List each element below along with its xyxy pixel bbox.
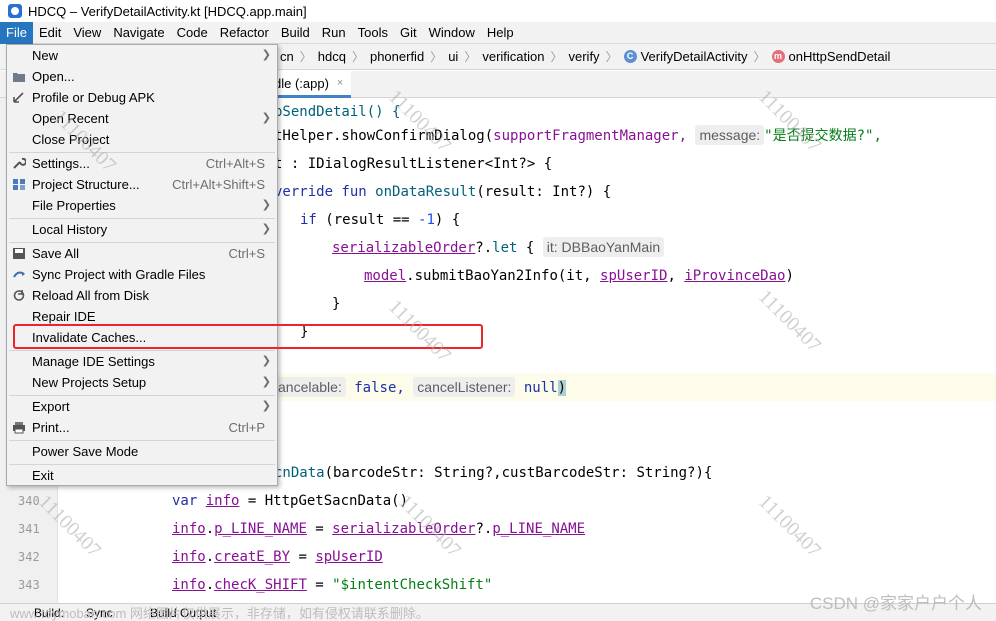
android-studio-icon: [8, 4, 22, 18]
menu-help[interactable]: Help: [481, 22, 520, 44]
code-line: ancelable: false, cancelListener: null): [274, 374, 567, 402]
breadcrumb-ui[interactable]: ui: [448, 49, 458, 64]
code-line: var info = HttpGetSacnData(): [172, 493, 409, 509]
menu-code[interactable]: Code: [171, 22, 214, 44]
code-line: verride fun onDataResult(result: Int?) {: [274, 184, 612, 200]
parameter-hint: ancelable:: [274, 377, 346, 397]
reload-icon: [13, 290, 25, 301]
menu-tools[interactable]: Tools: [352, 22, 394, 44]
window-title: HDCQ – VerifyDetailActivity.kt [HDCQ.app…: [28, 3, 307, 19]
menu-edit[interactable]: Edit: [33, 22, 67, 44]
chevron-right-icon: ❯: [261, 400, 271, 412]
breadcrumb-phonerfid[interactable]: phonerfid: [370, 49, 424, 64]
gradle-sync-icon: [13, 271, 25, 278]
line-number: 343: [18, 578, 40, 592]
code-line: t : IDialogResultListener<Int?> {: [274, 156, 553, 172]
chevron-right-icon: 〉: [430, 50, 443, 64]
printer-icon: [13, 422, 25, 434]
code-line: model.submitBaoYan2Info(it, spUserID, iP…: [364, 268, 794, 284]
annotation-highlight-box: [13, 324, 483, 349]
breadcrumb-class[interactable]: C VerifyDetailActivity: [623, 49, 748, 64]
menu-window[interactable]: Window: [423, 22, 481, 44]
menu-item-print[interactable]: Print... Ctrl+P: [7, 417, 277, 438]
close-icon[interactable]: ×: [337, 77, 343, 89]
footer-watermark: www.toymoban.com 网络图片仅供展示，非存储，如有侵权请联系删除。: [10, 606, 429, 621]
menu-item-profile-debug-apk[interactable]: Profile or Debug APK: [7, 87, 277, 108]
menu-item-open[interactable]: Open...: [7, 66, 277, 87]
code-line: info.p_LINE_NAME = serializableOrder?.p_…: [172, 521, 586, 537]
menu-item-local-history[interactable]: Local History ❯: [7, 219, 277, 240]
breadcrumb-verification[interactable]: verification: [482, 49, 544, 64]
chevron-right-icon: 〉: [753, 50, 766, 64]
code-line: tHelper.showConfirmDialog(supportFragmen…: [274, 125, 882, 145]
apk-debug-icon: [13, 92, 24, 103]
menu-item-sync-gradle[interactable]: Sync Project with Gradle Files: [7, 264, 277, 285]
menu-item-close-project[interactable]: Close Project: [7, 129, 277, 150]
breadcrumb-cn[interactable]: cn: [280, 49, 294, 64]
menu-item-save-all[interactable]: Save All Ctrl+S: [7, 243, 277, 264]
wrench-icon: [13, 157, 26, 169]
line-number: 340: [18, 494, 40, 508]
chevron-right-icon: 〉: [550, 50, 563, 64]
menu-item-manage-ide-settings[interactable]: Manage IDE Settings ❯: [7, 351, 277, 372]
code-line: cnData(barcodeStr: String?,custBarcodeSt…: [274, 465, 713, 481]
breadcrumb-hdcq[interactable]: hdcq: [318, 49, 346, 64]
chevron-right-icon: ❯: [261, 112, 271, 124]
type-hint: it: DBBaoYanMain: [542, 237, 665, 257]
code-line: serializableOrder?.let { it: DBBaoYanMai…: [332, 234, 665, 262]
menu-view[interactable]: View: [67, 22, 107, 44]
kotlin-class-icon: C: [623, 50, 637, 63]
chevron-right-icon: ❯: [261, 199, 271, 211]
line-number: 342: [18, 550, 40, 564]
menu-item-export[interactable]: Export ❯: [7, 396, 277, 417]
menu-item-new-projects-setup[interactable]: New Projects Setup ❯: [7, 372, 277, 393]
code-line: info.creatE_BY = spUserID: [172, 549, 383, 565]
code-line: if (result == -1) {: [300, 212, 461, 228]
project-structure-icon: [13, 179, 25, 190]
breadcrumb-method-label: onHttpSendDetail: [788, 49, 891, 64]
chevron-right-icon: ❯: [261, 49, 271, 61]
save-icon: [13, 248, 25, 259]
chevron-right-icon: ❯: [261, 223, 271, 235]
folder-icon: [13, 73, 25, 82]
chevron-right-icon: ❯: [261, 355, 271, 367]
menu-git[interactable]: Git: [394, 22, 423, 44]
menu-navigate[interactable]: Navigate: [107, 22, 170, 44]
menu-item-project-structure[interactable]: Project Structure... Ctrl+Alt+Shift+S: [7, 174, 277, 195]
parameter-hint: message:: [695, 125, 765, 145]
chevron-right-icon: ❯: [261, 376, 271, 388]
file-menu-dropdown: New ❯ Open... Profile or Debug APK Open R…: [6, 44, 278, 486]
title-bar: HDCQ – VerifyDetailActivity.kt [HDCQ.app…: [0, 0, 996, 22]
code-line: info.checK_SHIFT = "$intentCheckShift": [172, 577, 493, 593]
menu-item-power-save-mode[interactable]: Power Save Mode: [7, 441, 277, 462]
menu-file[interactable]: File: [0, 21, 33, 44]
breadcrumb-verify[interactable]: verify: [569, 49, 600, 64]
editor-tab-label: dle (:app): [274, 75, 329, 91]
code-line: }: [332, 296, 341, 312]
menu-item-new[interactable]: New ❯: [7, 45, 277, 66]
csdn-watermark: CSDN @家家户户个人: [809, 594, 982, 613]
line-number: 341: [18, 522, 40, 536]
chevron-right-icon: 〉: [351, 50, 364, 64]
menu-run[interactable]: Run: [316, 22, 352, 44]
method-icon: m: [771, 50, 785, 63]
menu-item-exit[interactable]: Exit: [7, 465, 277, 486]
chevron-right-icon: 〉: [605, 50, 618, 64]
menu-bar: File Edit View Navigate Code Refactor Bu…: [0, 21, 996, 44]
parameter-hint: cancelListener:: [413, 377, 516, 397]
editor-tab[interactable]: dle (:app) ×: [266, 71, 352, 98]
menu-item-reload-from-disk[interactable]: Reload All from Disk: [7, 285, 277, 306]
chevron-right-icon: 〉: [299, 50, 312, 64]
menu-item-open-recent[interactable]: Open Recent ❯: [7, 108, 277, 129]
menu-refactor[interactable]: Refactor: [214, 22, 275, 44]
menu-build[interactable]: Build: [275, 22, 316, 44]
breadcrumb-class-label: VerifyDetailActivity: [640, 49, 748, 64]
menu-item-file-properties[interactable]: File Properties ❯: [7, 195, 277, 216]
chevron-right-icon: 〉: [464, 50, 477, 64]
breadcrumb-method[interactable]: m onHttpSendDetail: [771, 49, 891, 64]
menu-item-settings[interactable]: Settings... Ctrl+Alt+S: [7, 153, 277, 174]
